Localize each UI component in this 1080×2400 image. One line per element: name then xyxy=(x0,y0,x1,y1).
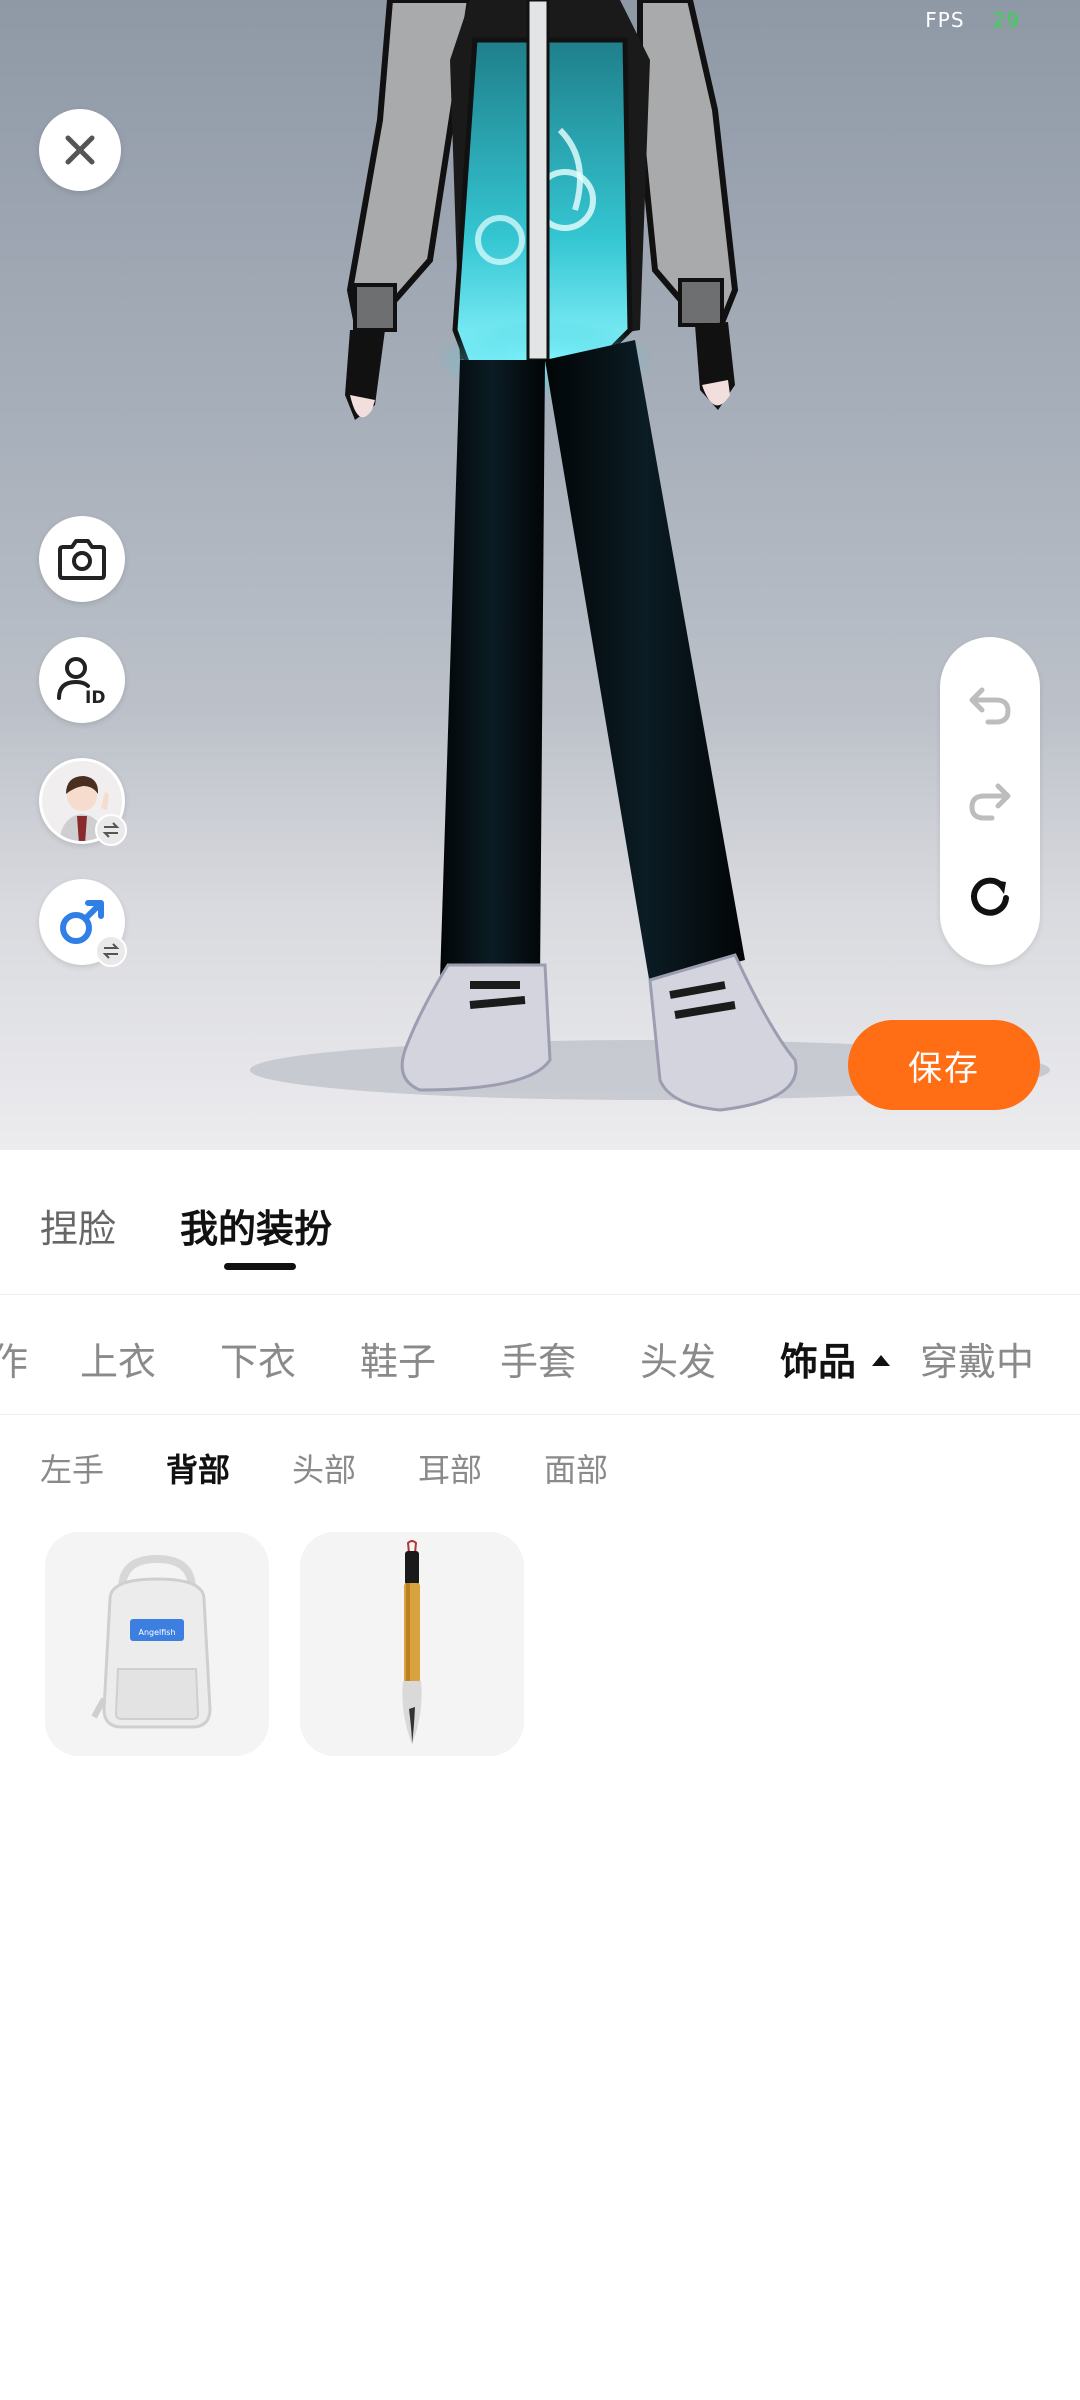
brush-icon xyxy=(402,1540,422,1744)
svg-text:ID: ID xyxy=(85,688,105,706)
switch-gender-button[interactable] xyxy=(39,879,127,967)
category-tabs[interactable]: 动作 上衣 下衣 鞋子 手套 头发 饰品 穿戴中 xyxy=(0,1295,1080,1415)
swap-badge xyxy=(95,935,127,967)
item-card-backpack[interactable]: Angelfish xyxy=(45,1532,269,1756)
item-card-calligraphy-brush[interactable] xyxy=(300,1532,524,1756)
close-button[interactable] xyxy=(39,109,121,191)
tab-face-editor[interactable]: 捏脸 xyxy=(40,1198,116,1253)
fps-value: 29 xyxy=(992,8,1020,32)
fps-label: FPS xyxy=(925,8,965,32)
swap-badge xyxy=(95,814,127,846)
active-tab-indicator xyxy=(224,1263,296,1270)
tab-my-outfits[interactable]: 我的装扮 xyxy=(180,1198,332,1253)
reset-button[interactable] xyxy=(965,873,1015,923)
fps-counter: FPS 29 xyxy=(925,8,1020,32)
avatar-id-button[interactable]: ID xyxy=(39,637,125,723)
camera-icon xyxy=(58,539,106,580)
category-tab-wearing[interactable]: 穿戴中 xyxy=(920,1331,1034,1386)
swap-icon xyxy=(102,943,120,959)
avatar-viewport[interactable]: FPS 29 ID 保存 xyxy=(0,0,1080,1150)
customization-panel: 捏脸 我的装扮 动作 上衣 下衣 鞋子 手套 头发 饰品 穿戴中 左手 背部 头… xyxy=(0,1150,1080,2400)
subtab-face[interactable]: 面部 xyxy=(544,1445,608,1491)
backpack-icon: Angelfish xyxy=(91,1554,212,1729)
category-tab-tops[interactable]: 上衣 xyxy=(80,1331,156,1386)
undo-icon xyxy=(969,687,1011,725)
main-tabs: 捏脸 我的装扮 xyxy=(0,1150,1080,1295)
category-tab-actions[interactable]: 动作 xyxy=(0,1331,28,1386)
subtab-left-hand[interactable]: 左手 xyxy=(40,1445,104,1491)
subtab-back[interactable]: 背部 xyxy=(166,1445,230,1491)
backpack-tag-text: Angelfish xyxy=(138,1628,175,1637)
category-tab-bottoms[interactable]: 下衣 xyxy=(220,1331,296,1386)
category-tab-gloves[interactable]: 手套 xyxy=(500,1331,576,1386)
accessory-subcategory-tabs: 左手 背部 头部 耳部 面部 xyxy=(0,1415,1080,1515)
undo-button[interactable] xyxy=(965,681,1015,731)
redo-button[interactable] xyxy=(965,777,1015,827)
avatar-3d-model[interactable] xyxy=(0,0,1080,1150)
subtab-ears[interactable]: 耳部 xyxy=(418,1445,482,1491)
category-tab-shoes[interactable]: 鞋子 xyxy=(360,1331,436,1386)
close-icon xyxy=(65,135,95,165)
switch-avatar-button[interactable] xyxy=(39,758,127,846)
swap-icon xyxy=(102,822,120,838)
caret-up-icon xyxy=(872,1355,890,1366)
save-button[interactable]: 保存 xyxy=(848,1020,1040,1110)
subtab-head[interactable]: 头部 xyxy=(292,1445,356,1491)
reset-icon xyxy=(971,877,1009,916)
edit-history-panel xyxy=(940,637,1040,965)
user-id-icon: ID xyxy=(57,657,105,706)
category-tab-hair[interactable]: 头发 xyxy=(640,1331,716,1386)
camera-button[interactable] xyxy=(39,516,125,602)
category-tab-accessories[interactable]: 饰品 xyxy=(780,1331,856,1386)
redo-icon xyxy=(969,783,1011,821)
